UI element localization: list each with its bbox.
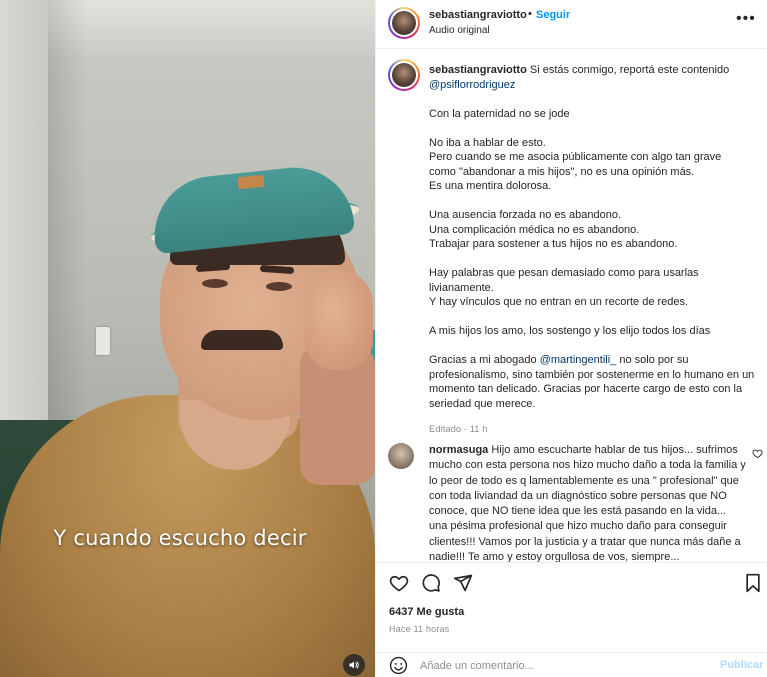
caption-meta: Editado · 11 h [429, 423, 762, 438]
caption-paragraph: A mis hijos los amo, los sostengo y los … [429, 325, 711, 337]
heart-icon[interactable] [389, 573, 409, 593]
comments-scroll-area[interactable]: sebastiangraviotto Si estás conmigo, rep… [376, 50, 767, 562]
comment-body: Hijo amo escucharte hablar de tus hijos.… [429, 444, 746, 562]
video-caption: Y cuando escucho decir [53, 526, 307, 550]
likes-count[interactable]: 6437 Me gusta [389, 606, 464, 618]
reel-video[interactable]: Y cuando escucho decir [0, 0, 375, 677]
publish-button[interactable]: Publicar [720, 659, 763, 671]
caption-paragraph: No iba a hablar de esto. Pero cuando se … [429, 136, 762, 194]
commenter-avatar[interactable] [388, 443, 414, 469]
post-timestamp[interactable]: Hace 11 horas [389, 624, 449, 634]
caption-line: como "abandonar a mis hijos", no es una … [429, 165, 695, 178]
edited-label: Editado [429, 424, 462, 435]
edited-separator: · [463, 424, 468, 435]
commenter-username[interactable]: normasuga [429, 444, 488, 456]
edited-time[interactable]: 11 h [470, 424, 488, 435]
caption-line: Pero cuando se me asocia públicamente co… [429, 151, 722, 163]
post-header: sebastiangraviotto • Seguir Audio origin… [376, 0, 767, 49]
post-actions: 6437 Me gusta Hace 11 horas [376, 562, 767, 652]
bookmark-icon[interactable] [744, 573, 762, 593]
caption-intro: Si estás conmigo, reportá este contenido [529, 64, 730, 76]
author-username[interactable]: sebastiangraviotto [429, 9, 527, 21]
caption-line: Es una mentira dolorosa. [429, 180, 552, 192]
caption-line: Una complicación médica no es abandono. [429, 223, 640, 236]
speaker-icon [349, 661, 359, 669]
caption-mention-link[interactable]: @martingentili_ [540, 354, 617, 366]
caption-line: No iba a hablar de esto. [429, 136, 546, 149]
caption-paragraph: Con la paternidad no se jode [429, 107, 570, 120]
more-horizontal-icon: ••• [736, 10, 756, 27]
emoji-icon[interactable] [389, 656, 408, 675]
comment-icon[interactable] [421, 573, 441, 593]
post-panel: sebastiangraviotto • Seguir Audio origin… [375, 0, 767, 677]
video-right-eye [266, 282, 292, 291]
caption-paragraph: Hay palabras que pesan demasiado como pa… [429, 266, 762, 310]
caption-thanks: Gracias a mi abogado [429, 354, 537, 366]
video-light-switch [96, 327, 110, 355]
caption-line: Una ausencia forzada no es abandono. [429, 209, 622, 221]
follow-button[interactable]: Seguir [536, 9, 570, 21]
caption-line: Y hay vínculos que no entran en un recor… [429, 296, 689, 308]
caption-line: Hay palabras que pesan demasiado como pa… [429, 267, 699, 279]
comment-text: normasuga Hijo amo escucharte hablar de … [429, 443, 747, 562]
audio-label[interactable]: Audio original [429, 25, 490, 36]
caption-line: Trabajar para sostener a tus hijos no es… [429, 238, 678, 250]
comment-input[interactable] [420, 655, 700, 677]
author-avatar[interactable] [388, 7, 420, 39]
heart-outline-icon[interactable] [752, 448, 763, 459]
add-comment-bar: Publicar [376, 652, 767, 677]
video-left-eye [202, 279, 228, 288]
caption-author-avatar[interactable] [388, 59, 420, 91]
more-options-button[interactable]: ••• [736, 10, 756, 28]
header-separator: • [528, 8, 532, 20]
caption-line: livianamente. [429, 281, 494, 294]
caption-paragraph: Una ausencia forzada no es abandono. Una… [429, 208, 762, 252]
video-mustache [201, 330, 283, 350]
caption-text: sebastiangraviotto Si estás conmigo, rep… [429, 63, 762, 438]
video-person-hand [305, 270, 373, 370]
caption-paragraph: Gracias a mi abogado @martingentili_ no … [429, 353, 762, 411]
mute-button[interactable] [343, 654, 365, 676]
send-icon[interactable] [453, 573, 473, 593]
caption-mention-link[interactable]: @psiflorrodriguez [429, 79, 515, 91]
caption-username[interactable]: sebastiangraviotto [429, 64, 527, 76]
